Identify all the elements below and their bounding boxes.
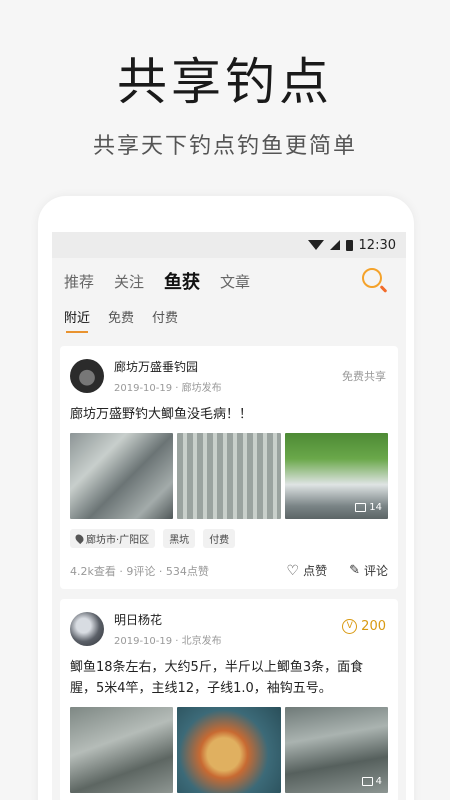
main-tabs: 推荐 关注 鱼获 文章 [64, 258, 394, 304]
image-icon [355, 503, 367, 512]
username[interactable]: 廊坊万盛垂钓园 [114, 358, 222, 375]
like-button[interactable]: ♡ 点赞 [287, 562, 328, 579]
post-photo[interactable] [177, 707, 281, 793]
post-photo[interactable] [70, 433, 174, 519]
status-time: 12:30 [358, 237, 396, 253]
tag-chip[interactable]: 付费 [203, 529, 236, 548]
pen-icon: ✎ [349, 563, 360, 578]
post-photo[interactable]: 4 [284, 707, 388, 793]
post-meta: 廊坊万盛垂钓园 2019-10-19 · 廊坊发布 [114, 358, 222, 394]
post-photo[interactable] [70, 707, 174, 793]
post-header: 廊坊万盛垂钓园 2019-10-19 · 廊坊发布 免费共享 [70, 358, 388, 394]
feed-list: 廊坊万盛垂钓园 2019-10-19 · 廊坊发布 免费共享 廊坊万盛野钓大鲫鱼… [52, 332, 406, 800]
stats-text: 4.2k查看 · 9评论 · 534点赞 [70, 564, 209, 578]
photo-count: 4 [375, 776, 382, 787]
location-pin-icon [73, 532, 86, 545]
photo-grid: 4 [70, 707, 388, 793]
battery-icon [345, 239, 353, 251]
share-badge: 免费共享 [342, 370, 386, 383]
post-photo[interactable]: 14 [284, 433, 388, 519]
subtab-nearby[interactable]: 附近 [64, 307, 90, 333]
search-icon[interactable] [362, 268, 382, 288]
tab-articles[interactable]: 文章 [220, 271, 250, 292]
username[interactable]: 明日杨花 [114, 611, 222, 628]
status-bar: 12:30 [52, 232, 406, 258]
tag-chip[interactable]: 黑坑 [163, 529, 196, 548]
hero-title: 共享钓点 [117, 53, 333, 111]
post-text[interactable]: 廊坊万盛野钓大鲫鱼没毛病！！ [70, 404, 388, 425]
coin-icon: V [342, 619, 358, 634]
subtab-paid[interactable]: 付费 [152, 307, 178, 330]
tag-chips: 廊坊市·广阳区 黑坑 付费 [70, 529, 388, 548]
subtab-free[interactable]: 免费 [108, 307, 134, 330]
photo-count: 14 [369, 502, 382, 513]
post-text[interactable]: 鲫鱼18条左右，大约5斤，半斤以上鲫鱼3条，面食腥，5米4竿，主线12，子线1.… [70, 657, 388, 699]
post-card[interactable]: 廊坊万盛垂钓园 2019-10-19 · 廊坊发布 免费共享 廊坊万盛野钓大鲫鱼… [60, 346, 398, 589]
photo-grid: 14 [70, 433, 388, 519]
coin-amount: 200 [361, 619, 386, 634]
post-info: 2019-10-19 · 北京发布 [114, 636, 222, 647]
photo-count-badge: 14 [355, 502, 382, 513]
location-chip[interactable]: 廊坊市·广阳区 [70, 529, 156, 548]
app-screen: 12:30 推荐 关注 鱼获 文章 附近 免费 付费 廊坊万盛垂钓园 2019-… [52, 232, 406, 800]
location-label: 廊坊市·广阳区 [86, 535, 150, 546]
post-stats: 4.2k查看 · 9评论 · 534点赞 ♡ 点赞 ✎ 评论 [70, 562, 388, 579]
post-actions: ♡ 点赞 ✎ 评论 [287, 562, 389, 579]
hero-subtitle: 共享天下钓点钓鱼更简单 [92, 134, 357, 159]
feed-header: 推荐 关注 鱼获 文章 附近 免费 付费 [52, 258, 406, 333]
photo-count-badge: 4 [361, 776, 382, 787]
signal-icon [329, 240, 340, 250]
heart-icon: ♡ [286, 562, 300, 579]
tab-recommend[interactable]: 推荐 [64, 271, 94, 292]
tab-catch[interactable]: 鱼获 [164, 268, 200, 294]
post-photo[interactable] [177, 433, 281, 519]
avatar[interactable] [70, 359, 104, 393]
like-label: 点赞 [303, 564, 328, 578]
comment-button[interactable]: ✎ 评论 [349, 562, 388, 579]
image-icon [361, 777, 373, 786]
post-meta: 明日杨花 2019-10-19 · 北京发布 [114, 611, 222, 647]
post-info: 2019-10-19 · 廊坊发布 [114, 383, 222, 394]
tab-following[interactable]: 关注 [114, 271, 144, 292]
post-header: 明日杨花 2019-10-19 · 北京发布 V 200 [70, 611, 388, 647]
sub-tabs: 附近 免费 付费 [64, 304, 394, 333]
comment-label: 评论 [363, 564, 388, 578]
avatar[interactable] [70, 612, 104, 646]
coin-badge: V 200 [342, 619, 386, 634]
post-card[interactable]: 明日杨花 2019-10-19 · 北京发布 V 200 鲫鱼18条左右，大约5… [60, 599, 398, 800]
wifi-icon [307, 240, 324, 250]
